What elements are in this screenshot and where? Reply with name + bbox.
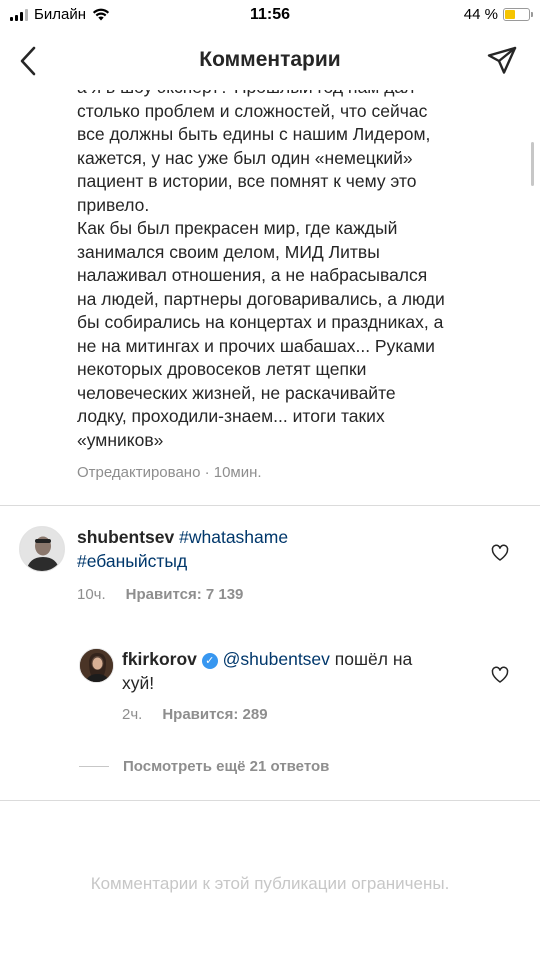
verified-badge-icon: ✓ xyxy=(201,653,218,669)
comment-line: столько проблем и сложностей, что сейчас xyxy=(77,100,428,121)
reply-shubentsev-text: shubentsev #whatashame #ебаныйстыд xyxy=(77,526,437,573)
comment-line: занимался своим делом, МИД Литвы xyxy=(77,241,380,262)
direct-share-icon[interactable] xyxy=(486,45,518,77)
avatar-fkirkorov[interactable] xyxy=(79,648,114,683)
reply-text-part1: пошёл на xyxy=(329,649,413,669)
reply-time: 10ч. xyxy=(77,586,106,603)
username-shubentsev[interactable]: shubentsev xyxy=(77,527,174,547)
comment-line: человеческих жизней, не раскачивайте xyxy=(77,382,396,403)
avatar-shubentsev[interactable] xyxy=(19,526,65,572)
comment-line: «умников» xyxy=(77,429,164,450)
hashtag-ebanyistyd[interactable]: #ебаныйстыд xyxy=(77,551,187,571)
battery-icon xyxy=(503,8,533,21)
likes-count[interactable]: Нравится: 289 xyxy=(162,706,267,723)
battery-percent: 44 % xyxy=(463,6,498,23)
status-time: 11:56 xyxy=(249,6,291,23)
divider-line xyxy=(79,766,109,767)
comment-text: а я в шоу эксперт? Прошлый год нам далст… xyxy=(77,82,527,452)
reply-text-part2: хуй! xyxy=(122,672,155,693)
comment-line: привело. xyxy=(77,194,150,215)
comment-line: Как бы был прекрасен мир, где каждый xyxy=(77,218,398,238)
reply-fkirkorov-meta: 2ч. Нравится: 289 xyxy=(122,706,268,723)
status-right: 44 % xyxy=(463,6,533,23)
view-more-replies-button[interactable]: Посмотреть ещё 21 ответов xyxy=(79,758,329,775)
comment-line: некоторых дровосеков летят щепки xyxy=(77,359,367,379)
like-heart-icon[interactable] xyxy=(491,544,509,562)
avatar-image xyxy=(80,649,113,682)
divider xyxy=(0,800,540,801)
avatar-image xyxy=(20,527,64,571)
username-fkirkorov[interactable]: fkirkorov xyxy=(122,649,197,669)
divider xyxy=(0,505,540,506)
likes-count[interactable]: Нравится: 7 139 xyxy=(126,586,244,603)
comment-line: не на митингах и прочих шабашах... Рукам… xyxy=(77,335,435,356)
nav-bar: Комментарии xyxy=(0,34,540,90)
like-heart-icon[interactable] xyxy=(491,666,509,684)
reply-time: 2ч. xyxy=(122,706,143,723)
scrollbar[interactable] xyxy=(531,142,534,186)
mention-shubentsev[interactable]: @shubentsev xyxy=(223,649,330,669)
page-title: Комментарии xyxy=(199,48,341,71)
comment-line: бы собирались на концертах и праздниках,… xyxy=(77,312,444,332)
comment-meta: Отредактировано · 10мин. xyxy=(77,464,262,481)
comment-line: на людей, партнеры договаривались, а люд… xyxy=(77,288,445,309)
comments-list[interactable]: а я в шоу эксперт? Прошлый год нам далст… xyxy=(0,82,540,960)
comment-line: все должны быть едины с нашим Лидером, xyxy=(77,124,431,144)
comment-line: пациент в истории, все помнят к чему это xyxy=(77,171,417,191)
reply-shubentsev-meta: 10ч. Нравится: 7 139 xyxy=(77,586,243,603)
comment-line: налаживал отношения, а не набрасывался xyxy=(77,265,428,285)
comments-restricted-notice: Комментарии к этой публикации ограничены… xyxy=(90,874,450,893)
view-more-label: Посмотреть ещё 21 ответов xyxy=(123,758,330,775)
reply-fkirkorov-text: fkirkorov ✓ @shubentsev пошёл на хуй! xyxy=(122,648,482,695)
status-bar: Билайн 11:56 44 % xyxy=(0,0,540,34)
hashtag-whatashame[interactable]: #whatashame xyxy=(179,527,288,547)
comment-line: лодку, проходили-знаем... итоги таких xyxy=(77,406,385,426)
comment-line: кажется, у нас уже был один «немецкий» xyxy=(77,147,413,168)
